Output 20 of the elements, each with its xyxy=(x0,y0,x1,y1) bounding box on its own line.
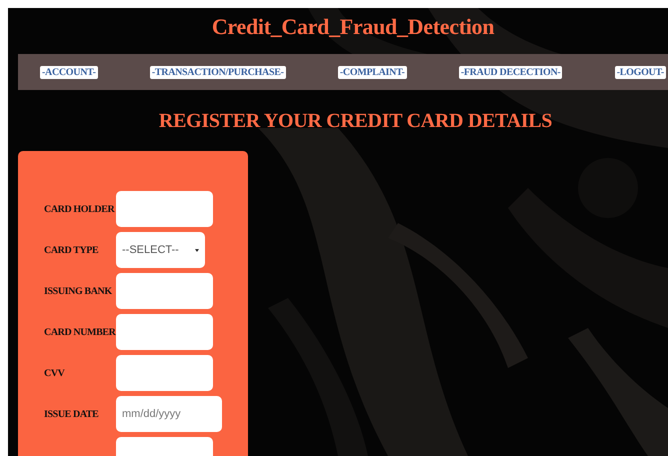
input-field[interactable] xyxy=(116,355,213,391)
site-title: Credit_Card_Fraud_Detection xyxy=(212,14,494,40)
field-label: CARD NUMBER xyxy=(44,326,116,338)
field-label: ISSUE DATE xyxy=(44,408,100,420)
input-field[interactable] xyxy=(116,191,213,227)
field-label: CARD HOLDER xyxy=(44,204,116,214)
select-field[interactable]: --SELECT-- xyxy=(116,232,205,268)
field-label: CVV xyxy=(44,368,66,378)
nav-link[interactable]: -ACCOUNT- xyxy=(40,66,98,78)
nav-link[interactable]: -COMPLAINT- xyxy=(338,66,407,78)
nav-link[interactable]: -LOGOUT- xyxy=(614,66,666,78)
field-label: ISSUING BANK xyxy=(44,286,113,296)
caret-icon xyxy=(195,248,199,252)
date-field[interactable]: mm/dd/yyyy xyxy=(116,396,222,432)
field-label: CARD TYPE xyxy=(44,244,100,256)
input-field[interactable] xyxy=(116,314,213,350)
nav-link[interactable]: -FRAUD DECECTION- xyxy=(458,66,562,78)
page-heading: REGISTER YOUR CREDIT CARD DETAILS xyxy=(158,110,552,133)
nav-link[interactable]: -TRANSACTION/PURCHASE- xyxy=(150,66,286,78)
input-field[interactable] xyxy=(116,273,213,309)
